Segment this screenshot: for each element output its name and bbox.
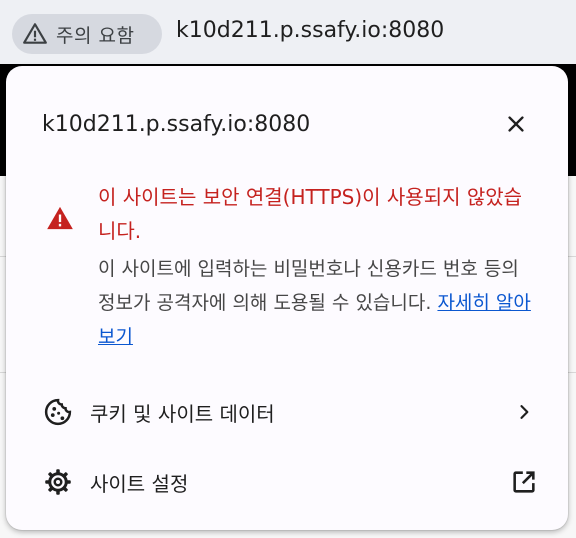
address-bar: 주의 요함 k10d211.p.ssafy.io:8080 <box>0 0 576 64</box>
security-status-chip[interactable]: 주의 요함 <box>12 14 162 54</box>
warning-description: 이 사이트에 입력하는 비밀번호나 신용카드 번호 등의 정보가 공격자에 의해… <box>98 252 538 354</box>
url-text[interactable]: k10d211.p.ssafy.io:8080 <box>176 18 444 43</box>
cookie-icon <box>42 396 74 428</box>
cookies-and-site-data-row[interactable]: 쿠키 및 사이트 데이터 <box>26 384 548 440</box>
warning-triangle-icon <box>22 21 48 47</box>
warning-title: 이 사이트는 보안 연결(HTTPS)이 사용되지 않았습니다. <box>98 185 523 243</box>
close-button[interactable] <box>500 110 532 142</box>
row-label-site-settings: 사이트 설정 <box>90 471 189 496</box>
site-settings-row[interactable]: 사이트 설정 <box>26 454 548 510</box>
close-icon <box>505 113 527 139</box>
warning-icon <box>46 204 74 232</box>
gear-icon <box>42 466 74 498</box>
site-info-popup: k10d211.p.ssafy.io:8080 이 사이트는 보안 연결(HTT… <box>6 66 568 530</box>
popup-title: k10d211.p.ssafy.io:8080 <box>42 112 311 137</box>
open-in-new-icon <box>508 466 540 498</box>
security-chip-label: 주의 요함 <box>56 24 135 47</box>
row-label-cookies: 쿠키 및 사이트 데이터 <box>90 401 275 426</box>
chevron-right-icon <box>508 396 540 428</box>
